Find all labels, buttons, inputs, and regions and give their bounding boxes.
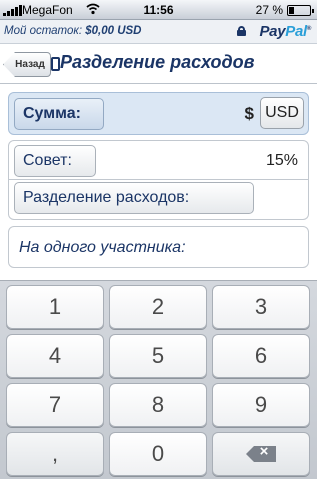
balance-value: $0,00 USD xyxy=(85,25,142,37)
battery-icon xyxy=(287,5,314,16)
currency-symbol: $ xyxy=(244,104,254,123)
key-9[interactable]: 9 xyxy=(212,383,310,427)
backspace-icon: × xyxy=(246,443,276,462)
back-button[interactable]: Назад xyxy=(3,52,51,77)
navigation-bar: Назад Разделение расходов xyxy=(0,44,317,84)
amount-label[interactable]: Сумма: xyxy=(14,98,104,130)
key-decimal-comma[interactable]: , xyxy=(6,432,104,476)
paypal-logo: PayPal® xyxy=(259,23,311,40)
account-info-bar: Мой остаток: $0,00 USD PayPal® xyxy=(0,20,317,44)
balance-display: Мой остаток: $0,00 USD xyxy=(4,25,142,37)
amount-row[interactable]: Сумма: $ USD xyxy=(8,92,309,135)
tip-value: 15% xyxy=(265,152,298,169)
split-label[interactable]: Разделение расходов: xyxy=(14,182,254,214)
key-1[interactable]: 1 xyxy=(6,285,104,329)
numeric-keypad: 1 2 3 4 5 6 7 8 9 , 0 × xyxy=(0,280,317,479)
key-4[interactable]: 4 xyxy=(6,334,104,378)
document-icon xyxy=(51,57,60,71)
battery-fill xyxy=(289,7,295,14)
balance-label: Мой остаток: xyxy=(4,25,83,37)
key-6[interactable]: 6 xyxy=(212,334,310,378)
key-8[interactable]: 8 xyxy=(109,383,207,427)
key-3[interactable]: 3 xyxy=(212,285,310,329)
key-5[interactable]: 5 xyxy=(109,334,207,378)
tip-label[interactable]: Совет: xyxy=(14,145,96,177)
per-person-row: На одного участника: xyxy=(8,226,309,268)
tip-row[interactable]: Совет: 15% xyxy=(8,140,309,180)
battery-percentage: 27 % xyxy=(255,3,283,17)
per-person-label: На одного участника: xyxy=(19,239,186,256)
key-0[interactable]: 0 xyxy=(109,432,207,476)
split-bill-form: Сумма: $ USD Совет: 15% Разделение расхо… xyxy=(0,85,317,280)
status-bar: MegaFon 11:56 27 % xyxy=(0,0,317,20)
backspace-key[interactable]: × xyxy=(212,432,310,476)
split-row[interactable]: Разделение расходов: xyxy=(8,180,309,220)
key-7[interactable]: 7 xyxy=(6,383,104,427)
key-2[interactable]: 2 xyxy=(109,285,207,329)
page-title: Разделение расходов xyxy=(60,52,255,72)
lock-icon xyxy=(237,26,246,36)
currency-button[interactable]: USD xyxy=(260,97,304,129)
